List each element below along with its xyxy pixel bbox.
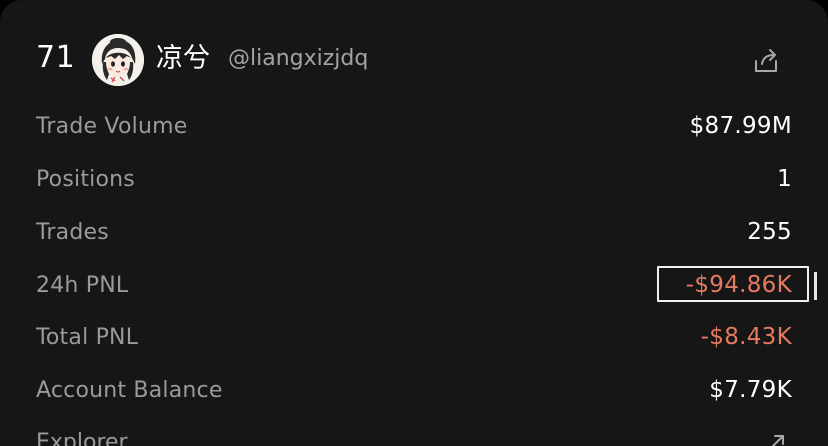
- stat-label: 24h PNL: [36, 272, 129, 298]
- explorer-link[interactable]: Explorer: [36, 426, 788, 446]
- stat-value: -$8.43K: [700, 324, 792, 350]
- stat-value: 1: [777, 166, 792, 192]
- stat-row-account-balance: Account Balance $7.79K: [36, 370, 792, 410]
- user-handle[interactable]: @liangxizjdq: [228, 45, 368, 73]
- stat-row-total-pnl: Total PNL -$8.43K: [36, 317, 792, 357]
- stat-value: -$94.86K: [685, 272, 792, 298]
- external-link-icon: [771, 435, 784, 446]
- stat-row-positions: Positions 1: [36, 159, 792, 199]
- leaderboard-rank: 71: [36, 40, 76, 75]
- display-name: 凉兮: [156, 43, 210, 74]
- stat-label: Total PNL: [36, 324, 139, 350]
- stat-row-trade-volume: Trade Volume $87.99M: [36, 106, 792, 146]
- stat-label: Trades: [36, 219, 109, 245]
- trader-profile-card: 71 凉兮 @liangxizjdq Trade Volume $87.99M …: [0, 0, 828, 446]
- stat-row-trades: Trades 255: [36, 212, 792, 252]
- stat-row-24h-pnl: 24h PNL -$94.86K: [36, 265, 792, 305]
- stat-label: Account Balance: [36, 377, 223, 403]
- stat-value: 255: [747, 219, 792, 245]
- stat-value: $87.99M: [689, 113, 792, 139]
- stat-label: Trade Volume: [36, 113, 188, 139]
- stat-value: $7.79K: [709, 377, 792, 403]
- anime-avatar-icon: [92, 34, 144, 86]
- explorer-label: Explorer: [36, 429, 128, 446]
- stat-label: Positions: [36, 166, 135, 192]
- share-button[interactable]: [748, 42, 784, 78]
- share-icon: [755, 49, 777, 72]
- user-avatar[interactable]: [92, 34, 144, 86]
